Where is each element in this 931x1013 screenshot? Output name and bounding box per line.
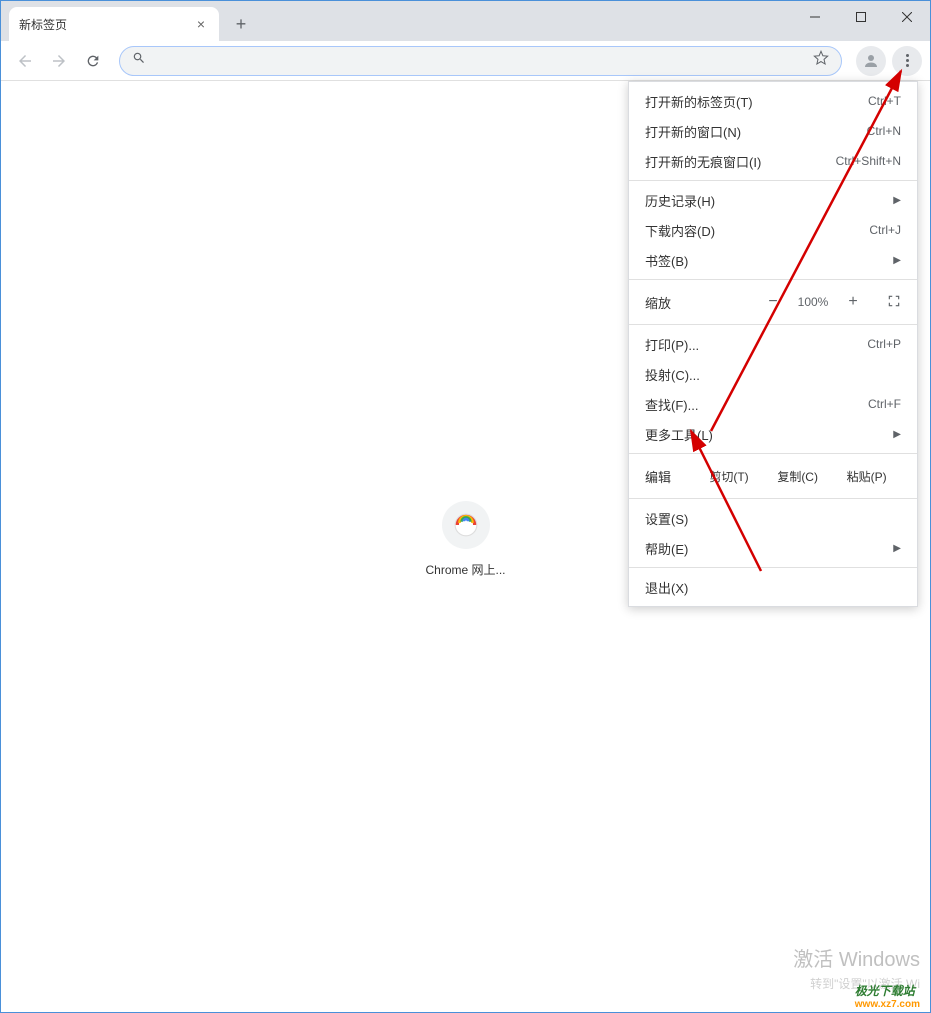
menu-zoom: 缩放 − 100% + [629,284,917,320]
chevron-right-icon: ▶ [893,543,901,554]
menu-more-tools[interactable]: 更多工具(L)▶ [629,419,917,449]
chrome-store-icon [442,501,490,549]
menu-divider [629,180,917,181]
reload-button[interactable] [77,45,109,77]
maximize-button[interactable] [838,1,884,33]
menu-find[interactable]: 查找(F)...Ctrl+F [629,389,917,419]
windows-activation-watermark: 激活 Windows [793,943,920,972]
menu-new-tab[interactable]: 打开新的标签页(T)Ctrl+T [629,86,917,116]
menu-print[interactable]: 打印(P)...Ctrl+P [629,329,917,359]
menu-new-window[interactable]: 打开新的窗口(N)Ctrl+N [629,116,917,146]
tab-strip: 新标签页 × + [1,1,930,41]
kebab-icon [906,54,909,67]
chevron-right-icon: ▶ [893,195,901,206]
shortcut-label: Chrome 网上... [425,561,505,578]
menu-edit: 编辑 剪切(T) 复制(C) 粘贴(P) [629,458,917,494]
menu-cast[interactable]: 投射(C)... [629,359,917,389]
menu-copy[interactable]: 复制(C) [777,468,818,485]
address-bar[interactable] [119,46,842,76]
menu-settings[interactable]: 设置(S) [629,503,917,533]
menu-divider [629,567,917,568]
menu-divider [629,279,917,280]
profile-button[interactable] [856,46,886,76]
forward-button[interactable] [43,45,75,77]
menu-exit[interactable]: 退出(X) [629,572,917,602]
menu-cut[interactable]: 剪切(T) [709,468,748,485]
menu-divider [629,498,917,499]
menu-downloads[interactable]: 下载内容(D)Ctrl+J [629,215,917,245]
new-tab-button[interactable]: + [227,10,255,38]
window-controls [792,1,930,33]
zoom-out-button[interactable]: − [765,293,781,311]
chrome-menu-button[interactable] [892,46,922,76]
chevron-right-icon: ▶ [893,255,901,266]
menu-divider [629,453,917,454]
browser-tab[interactable]: 新标签页 × [9,7,219,41]
menu-new-incognito[interactable]: 打开新的无痕窗口(I)Ctrl+Shift+N [629,146,917,176]
zoom-in-button[interactable]: + [845,293,861,311]
tab-title: 新标签页 [19,16,67,33]
menu-history[interactable]: 历史记录(H)▶ [629,185,917,215]
back-button[interactable] [9,45,41,77]
site-watermark: 极光下载站 www.xz7.com [855,982,920,1010]
toolbar [1,41,930,81]
menu-help[interactable]: 帮助(E)▶ [629,533,917,563]
shortcut-tile[interactable]: Chrome 网上... [425,501,505,578]
fullscreen-icon[interactable] [887,294,901,311]
minimize-button[interactable] [792,1,838,33]
tab-close-icon[interactable]: × [193,16,209,32]
bookmark-star-icon[interactable] [813,50,829,71]
zoom-value: 100% [795,295,831,309]
search-icon [132,51,146,70]
menu-paste[interactable]: 粘贴(P) [847,468,887,485]
close-window-button[interactable] [884,1,930,33]
menu-bookmarks[interactable]: 书签(B)▶ [629,245,917,275]
chrome-menu: 打开新的标签页(T)Ctrl+T 打开新的窗口(N)Ctrl+N 打开新的无痕窗… [628,81,918,607]
omnibox-input[interactable] [154,53,813,69]
menu-divider [629,324,917,325]
chevron-right-icon: ▶ [893,429,901,440]
